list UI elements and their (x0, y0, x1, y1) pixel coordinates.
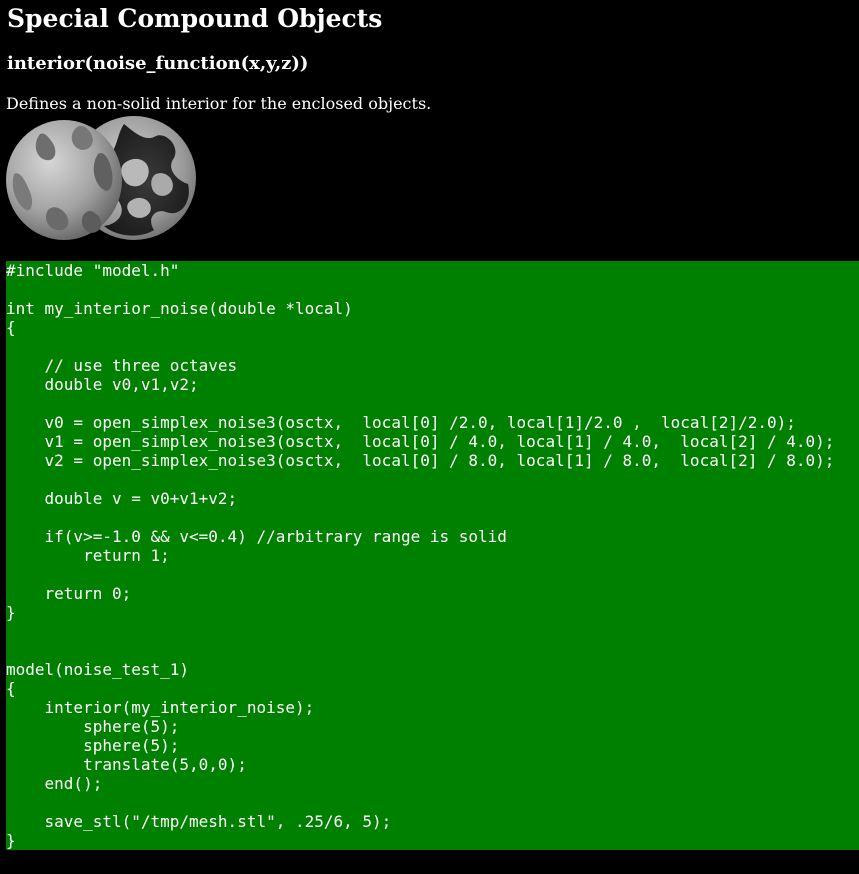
section-description: Defines a non-solid interior for the enc… (6, 94, 432, 113)
noise-spheres-image (6, 116, 196, 240)
page-title: Special Compound Objects (7, 4, 383, 33)
section-heading: interior(noise_function(x,y,z)) (7, 53, 309, 74)
code-listing: #include "model.h" int my_interior_noise… (6, 261, 859, 850)
noise-spheres-render (6, 114, 196, 246)
